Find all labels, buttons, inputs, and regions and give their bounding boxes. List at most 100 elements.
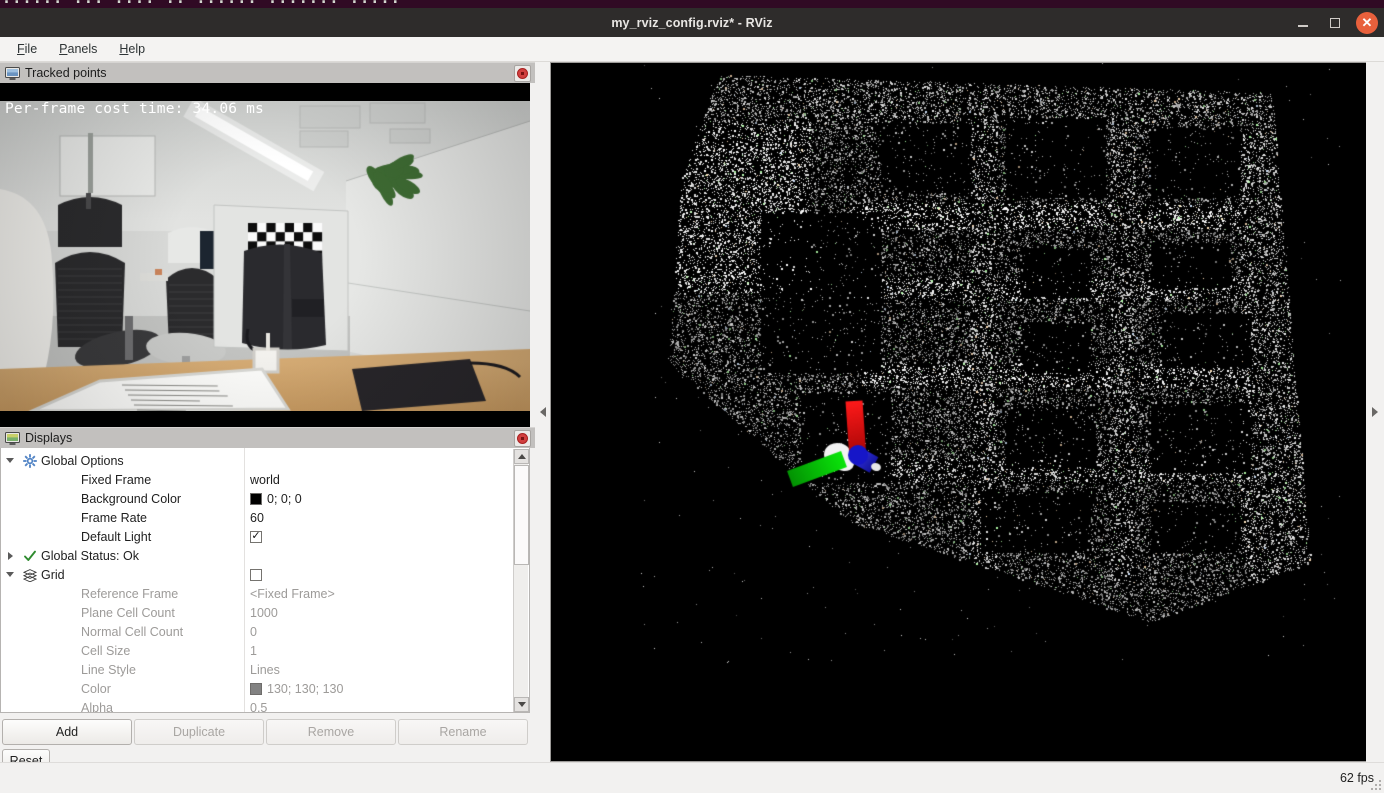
minimize-icon: [1298, 25, 1308, 27]
right-splitter[interactable]: [1366, 62, 1384, 762]
duplicate-button: Duplicate: [134, 719, 264, 745]
expand-arrow-right-icon[interactable]: [1, 552, 19, 560]
tree-row-label: Global Status: Ok: [41, 549, 139, 563]
menu-bar: File Panels Help: [0, 37, 1384, 62]
scroll-up-button[interactable]: [514, 449, 529, 464]
left-dock-column: Tracked points Per-frame cost time: 34.0…: [0, 62, 535, 762]
tracked-points-close-button[interactable]: [514, 65, 531, 82]
tree-row-label: Alpha: [81, 701, 113, 714]
tree-row-grid[interactable]: Grid: [1, 565, 508, 584]
camera-image-view[interactable]: Per-frame cost time: 34.06 ms: [0, 83, 530, 427]
color-value-text: 0; 0; 0: [267, 492, 302, 506]
tree-row-label: Color: [81, 682, 111, 696]
tree-row-value[interactable]: 130; 130; 130: [250, 682, 343, 696]
tree-row-label: Cell Size: [81, 644, 130, 658]
tree-row-value[interactable]: 1: [250, 644, 257, 658]
tree-row-value[interactable]: 0; 0; 0: [250, 492, 302, 506]
maximize-icon: [1330, 18, 1340, 28]
tree-row-label: Background Color: [81, 492, 181, 506]
color-swatch[interactable]: [250, 493, 262, 505]
tree-row-cell-size[interactable]: Cell Size 1: [1, 641, 508, 660]
window-controls: ✕: [1292, 8, 1378, 37]
tree-row-label: Default Light: [81, 530, 151, 544]
scroll-down-button[interactable]: [514, 697, 529, 712]
resize-grip-icon[interactable]: [1368, 777, 1382, 791]
menu-help-rest: elp: [128, 42, 145, 56]
displays-close-button[interactable]: [514, 430, 531, 447]
tree-row-value[interactable]: world: [250, 473, 280, 487]
close-button[interactable]: ✕: [1356, 12, 1378, 34]
tracked-points-header[interactable]: Tracked points: [0, 62, 535, 83]
tree-row-label: Grid: [41, 568, 65, 582]
tree-row-label: Line Style: [81, 663, 136, 677]
displays-scrollbar[interactable]: [513, 449, 528, 712]
camera-image: [0, 101, 530, 411]
maximize-button[interactable]: [1324, 12, 1346, 34]
checkbox-checked[interactable]: ✓: [250, 531, 262, 543]
add-button[interactable]: Add: [2, 719, 132, 745]
tree-row-value[interactable]: 60: [250, 511, 264, 525]
tree-row-value[interactable]: Lines: [250, 663, 280, 677]
expand-arrow-down-icon[interactable]: [1, 458, 19, 463]
tree-row-value[interactable]: ✓: [250, 531, 262, 543]
tree-row-label: Reference Frame: [81, 587, 178, 601]
rviz-window: ...... ... .... .. ...... ....... ..... …: [0, 0, 1384, 793]
tree-row-reference-frame[interactable]: Reference Frame <Fixed Frame>: [1, 584, 508, 603]
tree-row-label: Global Options: [41, 454, 124, 468]
color-swatch[interactable]: [250, 683, 262, 695]
3d-render-view[interactable]: [550, 62, 1368, 762]
window-title: my_rviz_config.rviz* - RViz: [611, 16, 772, 30]
rename-button: Rename: [398, 719, 528, 745]
menu-file-rest: ile: [25, 42, 38, 56]
expand-arrow-down-icon[interactable]: [1, 572, 19, 577]
tree-row-line-style[interactable]: Line Style Lines: [1, 660, 508, 679]
terminal-sliver-text: ...... ... .... .. ...... ....... .....: [2, 0, 401, 7]
tree-row-fixed-frame[interactable]: Fixed Frame world: [1, 470, 508, 489]
tree-row-frame-rate[interactable]: Frame Rate 60: [1, 508, 508, 527]
point-cloud-layer: [551, 63, 1367, 761]
checkbox-unchecked[interactable]: [250, 569, 262, 581]
tree-row-value[interactable]: <Fixed Frame>: [250, 587, 335, 601]
tree-row-default-light[interactable]: Default Light ✓: [1, 527, 508, 546]
point-cloud-canvas: [551, 63, 1368, 762]
status-bar: 62 fps: [0, 762, 1384, 793]
tree-row-normal-cell-count[interactable]: Normal Cell Count 0: [1, 622, 508, 641]
displays-button-row: Add Duplicate Remove Rename: [0, 719, 530, 745]
displays-header[interactable]: Displays: [0, 427, 535, 448]
tree-row-global-options[interactable]: Global Options: [1, 451, 508, 470]
tree-row-label: Plane Cell Count: [81, 606, 175, 620]
minimize-button[interactable]: [1292, 12, 1314, 34]
chevron-down-icon: [518, 702, 526, 707]
tracked-points-panel: Tracked points Per-frame cost time: 34.0…: [0, 62, 535, 427]
tree-row-label: Frame Rate: [81, 511, 147, 525]
collapse-right-icon[interactable]: [1372, 407, 1378, 417]
title-bar: my_rviz_config.rviz* - RViz ✕: [0, 8, 1384, 37]
tree-row-list: Global Options Fixed Frame world Background…: [1, 451, 508, 713]
gear-icon: [19, 454, 41, 468]
menu-file[interactable]: File: [8, 39, 46, 59]
tree-row-plane-cell-count[interactable]: Plane Cell Count 1000: [1, 603, 508, 622]
work-area: Tracked points Per-frame cost time: 34.0…: [0, 62, 1384, 762]
displays-panel: Displays Global Options Fixed Frame world B…: [0, 427, 535, 762]
close-panel-icon: [517, 433, 528, 444]
tree-row-value[interactable]: 1000: [250, 606, 278, 620]
scrollbar-thumb[interactable]: [514, 465, 529, 565]
tree-row-value[interactable]: 0.5: [250, 701, 267, 714]
display-monitor-icon: [5, 66, 20, 81]
tree-row-value[interactable]: 0: [250, 625, 257, 639]
tree-row-color[interactable]: Color 130; 130; 130: [1, 679, 508, 698]
menu-panels[interactable]: Panels: [50, 39, 106, 59]
displays-tree[interactable]: Global Options Fixed Frame world Background…: [0, 448, 530, 713]
left-splitter[interactable]: [536, 62, 550, 762]
tree-row-value[interactable]: [250, 569, 262, 581]
menu-help[interactable]: Help: [110, 39, 154, 59]
menu-panels-rest: anels: [68, 42, 98, 56]
menu-file-mnemonic: F: [17, 42, 25, 56]
display-monitor-icon: [5, 431, 20, 446]
tree-row-background-color[interactable]: Background Color 0; 0; 0: [1, 489, 508, 508]
tree-row-alpha[interactable]: Alpha 0.5: [1, 698, 508, 713]
per-frame-cost-overlay: Per-frame cost time: 34.06 ms: [5, 101, 264, 117]
color-value-text: 130; 130; 130: [267, 682, 343, 696]
tree-row-global-status-ok[interactable]: Global Status: Ok: [1, 546, 508, 565]
collapse-left-icon[interactable]: [540, 407, 546, 417]
